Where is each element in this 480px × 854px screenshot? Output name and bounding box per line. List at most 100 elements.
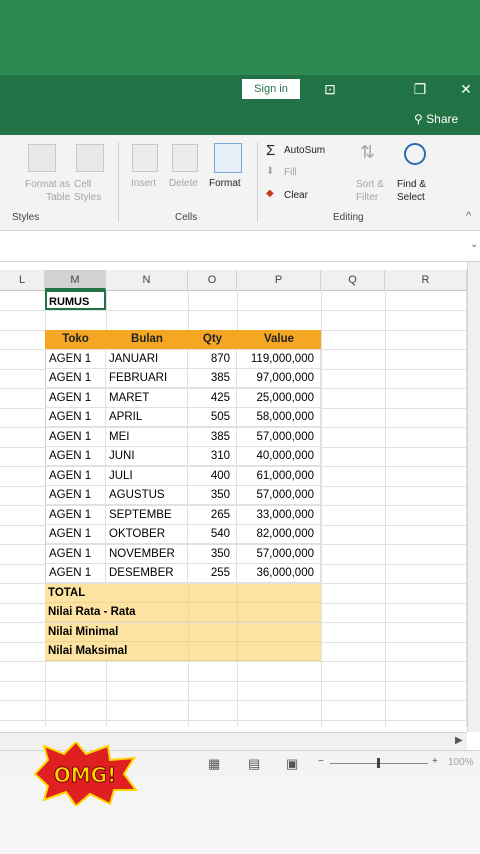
- insert-cells-icon[interactable]: [132, 144, 158, 172]
- table-header-bulan[interactable]: Bulan: [106, 330, 188, 349]
- table-cell-value[interactable]: 61,000,000: [237, 467, 321, 486]
- cell-styles-label[interactable]: Cell Styles: [74, 178, 104, 204]
- table-cell-bulan[interactable]: JANUARI: [106, 350, 188, 369]
- active-cell[interactable]: RUMUS: [45, 290, 106, 310]
- table-header-qty[interactable]: Qty: [188, 330, 237, 349]
- scroll-right-icon[interactable]: ▶: [455, 735, 463, 746]
- table-cell-toko[interactable]: AGEN 1: [45, 467, 106, 486]
- table-cell-value[interactable]: 82,000,000: [237, 525, 321, 544]
- format-label[interactable]: Format: [209, 178, 241, 189]
- table-cell-toko[interactable]: AGEN 1: [45, 545, 106, 564]
- column-header-m[interactable]: M: [45, 270, 106, 290]
- table-cell-value[interactable]: 57,000,000: [237, 428, 321, 447]
- clear-icon[interactable]: ◆: [266, 188, 274, 199]
- column-header-n[interactable]: N: [106, 270, 188, 290]
- autosum-icon[interactable]: Σ: [266, 142, 275, 159]
- table-cell-bulan[interactable]: MARET: [106, 389, 188, 408]
- fill-label[interactable]: Fill: [284, 167, 297, 178]
- ribbon-display-options-icon[interactable]: ⊡: [318, 79, 342, 99]
- vertical-scrollbar[interactable]: [467, 262, 480, 732]
- insert-label[interactable]: Insert: [131, 178, 156, 189]
- table-cell-qty[interactable]: 385: [188, 428, 237, 447]
- delete-cells-icon[interactable]: [172, 144, 198, 172]
- table-cell-bulan[interactable]: OKTOBER: [106, 525, 188, 544]
- summary-value-cell[interactable]: [237, 623, 321, 642]
- format-as-table-label[interactable]: Format as Table: [0, 178, 70, 204]
- table-cell-toko[interactable]: AGEN 1: [45, 369, 106, 388]
- summary-value-cell[interactable]: [237, 603, 321, 622]
- table-header-toko[interactable]: Toko: [45, 330, 106, 349]
- column-header-p[interactable]: P: [237, 270, 321, 290]
- find-select-label[interactable]: Find & Select: [397, 178, 439, 204]
- close-window-icon[interactable]: ✕: [454, 79, 478, 99]
- column-header-l[interactable]: L: [0, 270, 45, 290]
- summary-qty-cell[interactable]: [188, 584, 237, 603]
- table-cell-qty[interactable]: 350: [188, 486, 237, 505]
- table-cell-bulan[interactable]: AGUSTUS: [106, 486, 188, 505]
- column-header-r[interactable]: R: [385, 270, 467, 290]
- summary-label[interactable]: Nilai Rata - Rata: [45, 603, 188, 622]
- table-cell-toko[interactable]: AGEN 1: [45, 350, 106, 369]
- summary-label[interactable]: TOTAL: [45, 584, 188, 603]
- sort-filter-label[interactable]: Sort & Filter: [356, 178, 390, 204]
- summary-qty-cell[interactable]: [188, 603, 237, 622]
- table-cell-bulan[interactable]: JUNI: [106, 447, 188, 466]
- formula-bar[interactable]: [0, 231, 480, 262]
- table-cell-qty[interactable]: 385: [188, 369, 237, 388]
- table-cell-value[interactable]: 57,000,000: [237, 486, 321, 505]
- restore-window-icon[interactable]: ❐: [408, 79, 432, 99]
- format-cells-icon[interactable]: [214, 143, 242, 173]
- collapse-ribbon-icon[interactable]: ^: [466, 210, 471, 222]
- table-cell-bulan[interactable]: APRIL: [106, 408, 188, 427]
- table-cell-qty[interactable]: 505: [188, 408, 237, 427]
- zoom-slider-thumb[interactable]: [377, 758, 380, 768]
- table-cell-bulan[interactable]: DESEMBER: [106, 564, 188, 583]
- table-cell-value[interactable]: 33,000,000: [237, 506, 321, 525]
- table-cell-qty[interactable]: 540: [188, 525, 237, 544]
- summary-value-cell[interactable]: [237, 584, 321, 603]
- table-cell-toko[interactable]: AGEN 1: [45, 564, 106, 583]
- table-cell-value[interactable]: 58,000,000: [237, 408, 321, 427]
- table-cell-qty[interactable]: 255: [188, 564, 237, 583]
- format-as-table-icon[interactable]: [28, 144, 56, 172]
- summary-qty-cell[interactable]: [188, 623, 237, 642]
- expand-formula-bar-icon[interactable]: ⌄: [470, 239, 478, 250]
- page-break-preview-icon[interactable]: ▣: [286, 756, 298, 772]
- summary-label[interactable]: Nilai Minimal: [45, 623, 188, 642]
- table-cell-toko[interactable]: AGEN 1: [45, 389, 106, 408]
- table-cell-value[interactable]: 119,000,000: [237, 350, 321, 369]
- table-cell-value[interactable]: 40,000,000: [237, 447, 321, 466]
- table-cell-qty[interactable]: 265: [188, 506, 237, 525]
- table-cell-bulan[interactable]: MEI: [106, 428, 188, 447]
- table-cell-qty[interactable]: 870: [188, 350, 237, 369]
- table-cell-toko[interactable]: AGEN 1: [45, 408, 106, 427]
- autosum-label[interactable]: AutoSum: [284, 145, 325, 156]
- clear-label[interactable]: Clear: [284, 190, 308, 201]
- page-layout-icon[interactable]: ▤: [248, 756, 260, 772]
- fill-icon[interactable]: ⬇: [266, 166, 274, 177]
- table-cell-value[interactable]: 25,000,000: [237, 389, 321, 408]
- share-button[interactable]: ⚲ Share: [414, 112, 458, 126]
- zoom-out-icon[interactable]: −: [318, 756, 324, 767]
- table-cell-bulan[interactable]: JULI: [106, 467, 188, 486]
- table-cell-toko[interactable]: AGEN 1: [45, 428, 106, 447]
- table-cell-bulan[interactable]: FEBRUARI: [106, 369, 188, 388]
- summary-value-cell[interactable]: [237, 642, 321, 661]
- table-cell-toko[interactable]: AGEN 1: [45, 486, 106, 505]
- table-cell-value[interactable]: 36,000,000: [237, 564, 321, 583]
- table-cell-qty[interactable]: 350: [188, 545, 237, 564]
- table-cell-qty[interactable]: 425: [188, 389, 237, 408]
- summary-qty-cell[interactable]: [188, 642, 237, 661]
- table-cell-toko[interactable]: AGEN 1: [45, 447, 106, 466]
- table-cell-value[interactable]: 97,000,000: [237, 369, 321, 388]
- table-cell-toko[interactable]: AGEN 1: [45, 525, 106, 544]
- column-header-q[interactable]: Q: [321, 270, 385, 290]
- find-select-icon[interactable]: [404, 143, 426, 165]
- table-cell-qty[interactable]: 310: [188, 447, 237, 466]
- table-cell-toko[interactable]: AGEN 1: [45, 506, 106, 525]
- column-header-o[interactable]: O: [188, 270, 237, 290]
- delete-label[interactable]: Delete: [169, 178, 198, 189]
- sort-filter-icon[interactable]: ⇅: [360, 142, 375, 163]
- table-cell-bulan[interactable]: NOVEMBER: [106, 545, 188, 564]
- table-header-value[interactable]: Value: [237, 330, 321, 349]
